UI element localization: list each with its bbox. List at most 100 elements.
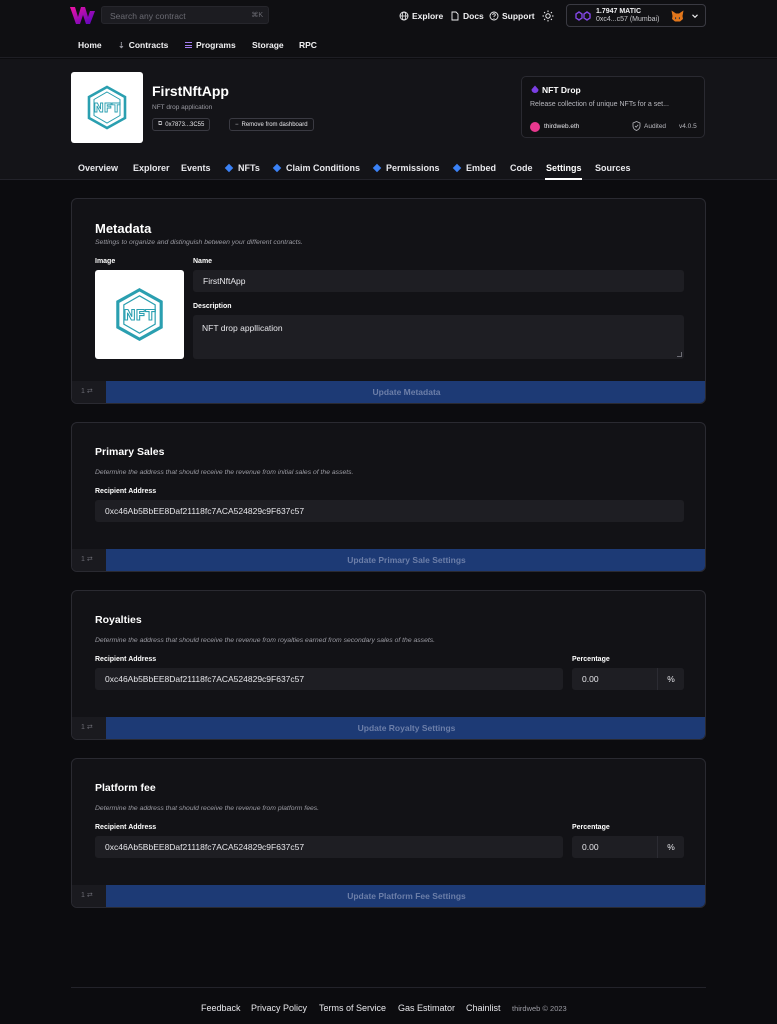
update-platform-fee-button[interactable]: Update Platform Fee Settings [106,885,705,907]
contract-image: NFT [71,72,143,143]
update-metadata-button[interactable]: Update Metadata [106,381,705,403]
svg-text:NFT: NFT [94,101,121,115]
changes-count: 1 ⇄ [81,556,93,563]
footer-gas-estimator-link[interactable]: Gas Estimator [398,1003,455,1013]
resize-handle[interactable] [677,352,682,357]
platform-fee-footer: 1 ⇄ Update Platform Fee Settings [72,885,705,907]
percentage-label: Percentage [572,656,610,663]
explore-link[interactable]: Explore [399,11,443,21]
active-tab-indicator [545,178,582,180]
remove-label: Remove from dashboard [241,121,308,128]
tab-overview[interactable]: Overview [78,163,118,173]
tab-events-label: Events [181,163,211,173]
nft-drop-icon [531,85,539,93]
contract-title: FirstNftApp [152,83,229,99]
nav-rpc[interactable]: RPC [299,40,317,50]
tab-claim-conditions[interactable]: Claim Conditions [272,163,360,173]
support-link[interactable]: Support [489,11,535,21]
percent-suffix: % [657,836,684,858]
help-circle-icon [489,11,499,21]
footer-feedback-link[interactable]: Feedback [201,1003,241,1013]
royalties-title: Royalties [95,614,142,626]
royalty-percentage-value: 0.00 [582,674,599,684]
update-royalty-button[interactable]: Update Royalty Settings [106,717,705,739]
tab-code[interactable]: Code [510,163,533,173]
recipient-label: Recipient Address [95,824,157,831]
recipient-label: Recipient Address [95,656,157,663]
tab-code-label: Code [510,163,533,173]
publisher-name: thirdweb.eth [544,123,580,130]
description-textarea[interactable]: NFT drop appllication [193,315,684,359]
tab-explorer[interactable]: Explorer [133,163,170,173]
changes-count: 1 ⇄ [81,388,93,395]
tab-nfts[interactable]: NFTs [224,163,260,173]
metadata-title: Metadata [95,221,152,236]
nav-storage[interactable]: Storage [252,40,284,50]
contract-type-title: NFT Drop [542,85,581,95]
tab-events[interactable]: Events [181,163,211,173]
support-label: Support [502,11,535,21]
changes-count: 1 ⇄ [81,892,93,899]
copy-address-button[interactable]: ⧉ 0x7873...3C55 [152,118,211,131]
changes-count: 1 ⇄ [81,724,93,731]
version-badge: v4.0.5 [679,123,697,130]
tab-settings[interactable]: Settings [546,163,582,173]
tab-nfts-label: NFTs [238,163,260,173]
contract-icon: ⇣ [118,40,125,50]
top-bar: Search any contract ⌘K Explore Docs Supp… [0,0,777,58]
copy-icon: ⧉ [158,121,163,127]
sun-icon[interactable] [542,10,554,22]
tab-permissions-label: Permissions [386,163,440,173]
name-label: Name [193,258,213,265]
tab-claim-conditions-label: Claim Conditions [286,163,360,173]
tab-sources[interactable]: Sources [595,163,631,173]
docs-link[interactable]: Docs [450,11,484,21]
royalty-recipient-input[interactable]: 0xc46Ab5BbEE8Daf21118fc7ACA524829c9F637c… [95,668,563,690]
contract-description: NFT drop application [152,104,213,111]
percentage-label: Percentage [572,824,610,831]
search-placeholder: Search any contract [110,11,186,21]
percent-suffix: % [657,668,684,690]
nav-home[interactable]: Home [78,40,102,50]
footer-privacy-link[interactable]: Privacy Policy [251,1003,307,1013]
polygon-icon [575,11,591,21]
description-value: NFT drop appllication [202,323,283,333]
thirdweb-logo-icon[interactable] [70,7,95,24]
search-shortcut: ⌘K [251,12,263,19]
metadata-image-upload[interactable]: NFT [95,270,184,359]
chevron-down-icon [692,14,698,19]
svg-text:NFT: NFT [124,308,156,324]
metadata-footer: 1 ⇄ Update Metadata [72,381,705,403]
tab-explorer-label: Explorer [133,163,170,173]
platform-fee-percentage-value: 0.00 [582,842,599,852]
platform-fee-title: Platform fee [95,782,156,794]
platform-fee-recipient-input[interactable]: 0xc46Ab5BbEE8Daf21118fc7ACA524829c9F637c… [95,836,563,858]
footer-terms-link[interactable]: Terms of Service [319,1003,386,1013]
shield-check-icon [632,121,641,131]
remove-from-dashboard-button[interactable]: − Remove from dashboard [229,118,314,131]
name-input[interactable]: FirstNftApp [193,270,684,292]
diamond-icon [272,163,282,173]
primary-sales-footer: 1 ⇄ Update Primary Sale Settings [72,549,705,571]
platform-fee-recipient-value: 0xc46Ab5BbEE8Daf21118fc7ACA524829c9F637c… [105,842,305,852]
metamask-icon [671,10,684,22]
search-input[interactable]: Search any contract ⌘K [101,6,269,24]
nav-programs[interactable]: Programs [185,40,236,50]
tab-permissions[interactable]: Permissions [372,163,440,173]
contract-type-card[interactable]: NFT Drop Release collection of unique NF… [521,76,705,138]
wallet-address: 0xc4...c57 (Mumbai) [596,16,660,23]
update-primary-sale-button[interactable]: Update Primary Sale Settings [106,549,705,571]
metadata-card: Metadata Settings to organize and distin… [71,198,706,404]
nft-logo-icon: NFT [87,85,127,130]
footer-chainlist-link[interactable]: Chainlist [466,1003,501,1013]
recipient-address-value: 0xc46Ab5BbEE8Daf21118fc7ACA524829c9F637c… [105,506,305,516]
wallet-button[interactable]: 1.7947 MATIC 0xc4...c57 (Mumbai) [566,4,706,27]
tab-settings-label: Settings [546,163,582,173]
tab-embed[interactable]: Embed [452,163,496,173]
nav-contracts[interactable]: ⇣ Contracts [118,40,168,50]
primary-sales-title: Primary Sales [95,446,165,458]
platform-fee-subtitle: Determine the address that should receiv… [95,805,320,812]
recipient-address-input[interactable]: 0xc46Ab5BbEE8Daf21118fc7ACA524829c9F637c… [95,500,684,522]
platform-fee-card: Platform fee Determine the address that … [71,758,706,908]
image-label: Image [95,258,116,265]
